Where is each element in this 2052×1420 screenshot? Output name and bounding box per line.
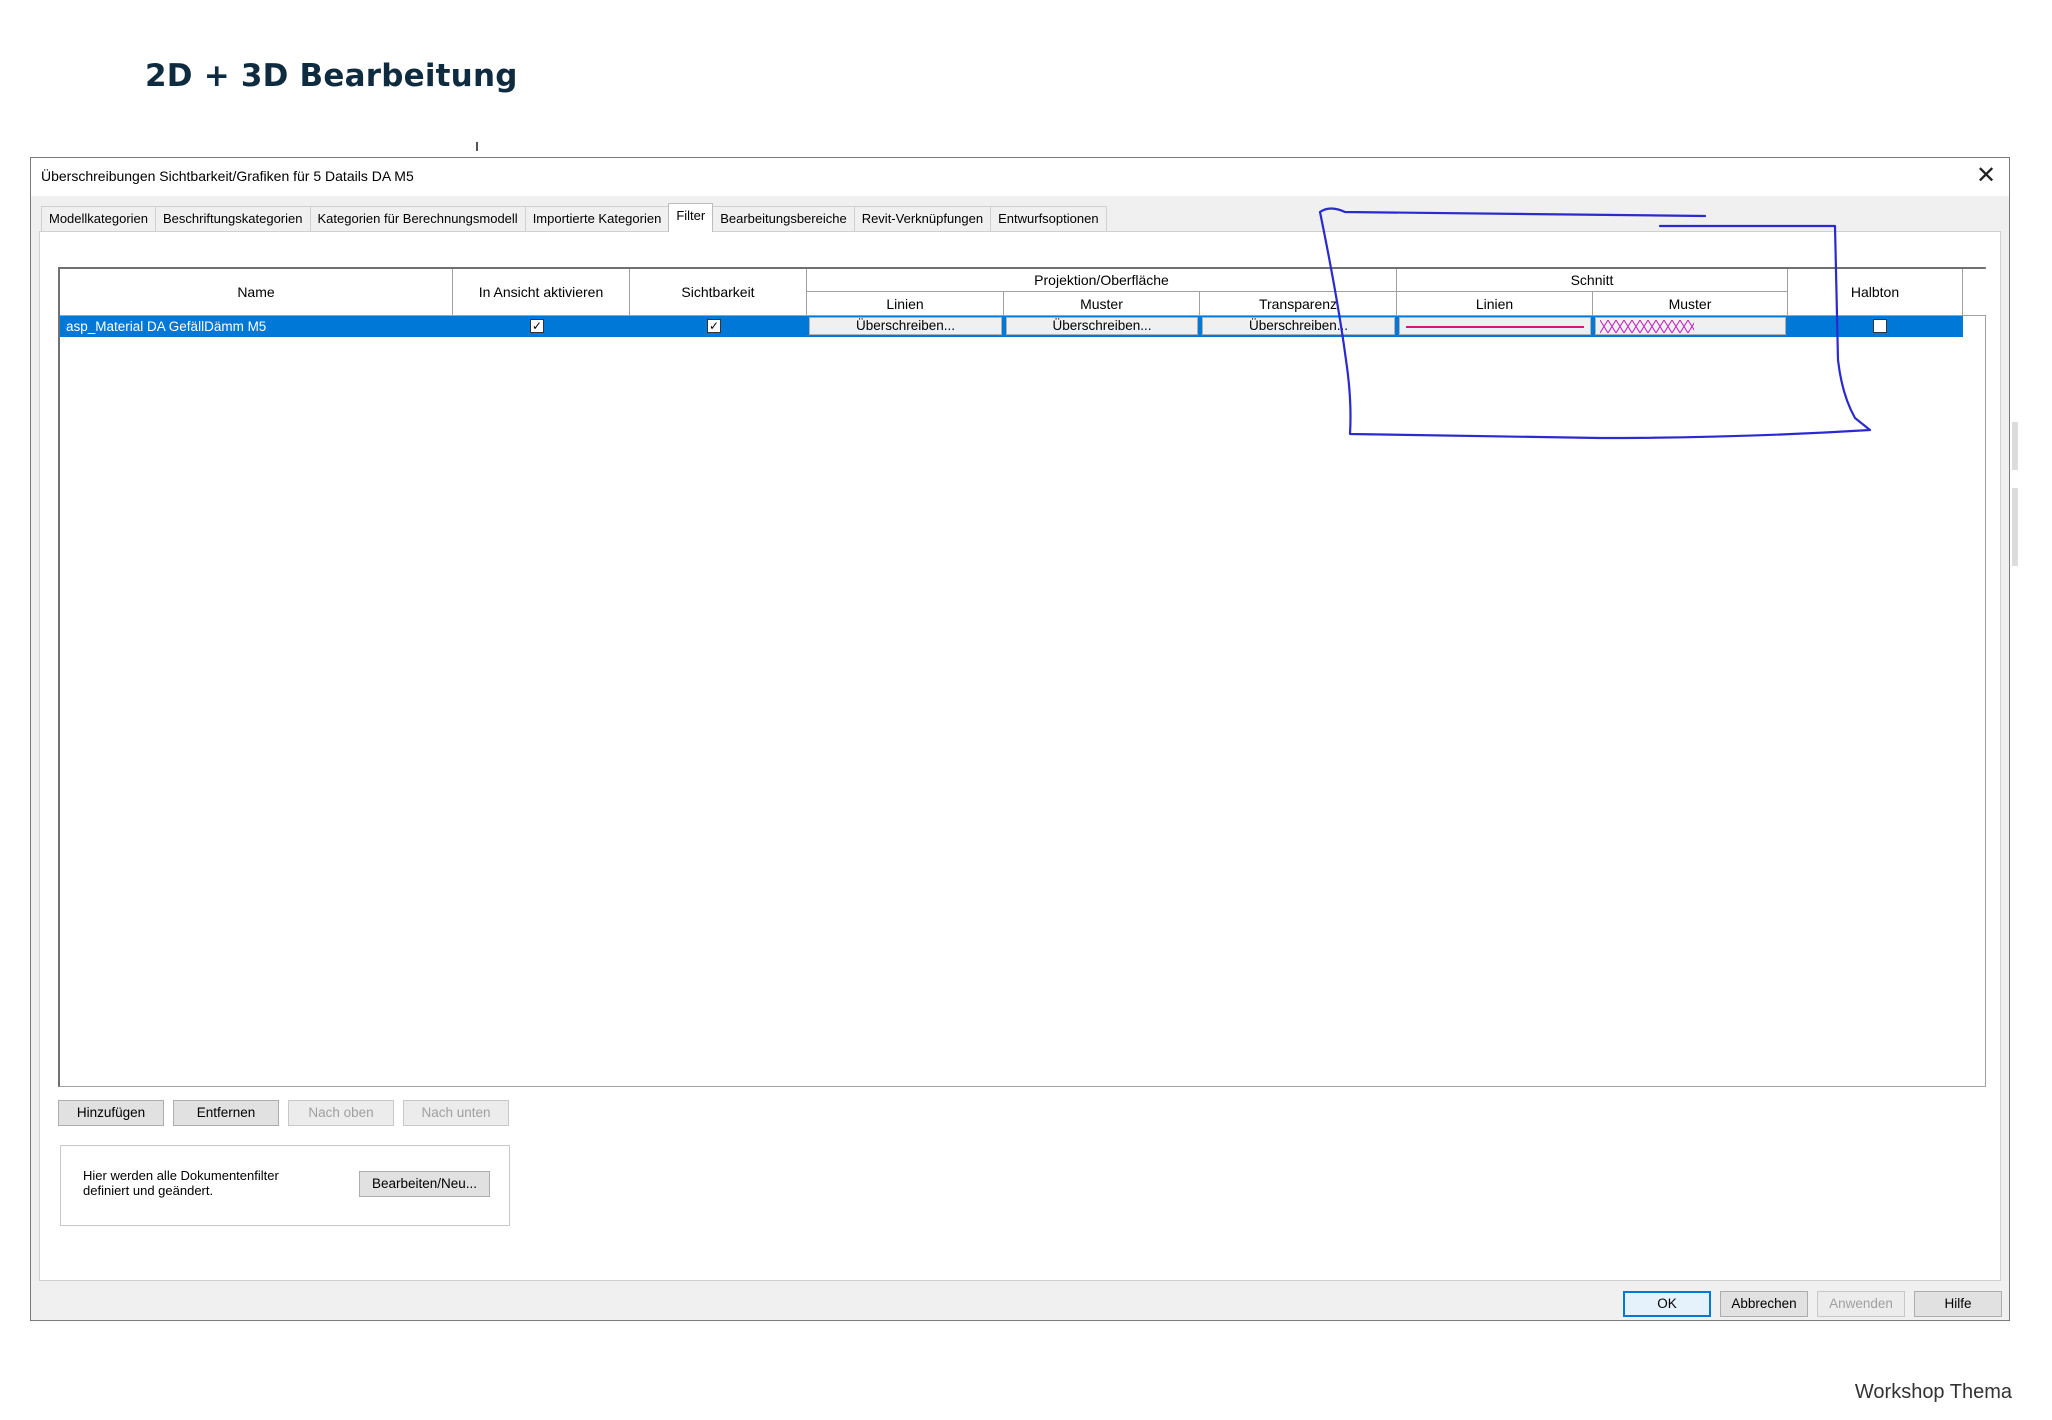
enable-checkbox[interactable]: ✓: [530, 319, 544, 333]
projection-transparency-override-button[interactable]: Überschreiben...: [1202, 317, 1395, 335]
tab-design-options[interactable]: Entwurfsoptionen: [990, 206, 1107, 232]
background-window-edge: [2012, 488, 2018, 566]
header-cut-lines: Linien: [1397, 292, 1593, 316]
ok-button[interactable]: OK: [1623, 1291, 1711, 1317]
dialog-titlebar: Überschreibungen Sichtbarkeit/Grafiken f…: [31, 158, 2009, 196]
header-halftone[interactable]: Halbton: [1788, 269, 1963, 316]
tab-strip: Modellkategorien Beschriftungskategorien…: [41, 203, 1107, 232]
header-cut-pattern: Muster: [1593, 292, 1788, 316]
cut-lines-swatch[interactable]: [1399, 317, 1591, 335]
tab-worksets[interactable]: Bearbeitungsbereiche: [712, 206, 855, 232]
help-button[interactable]: Hilfe: [1914, 1291, 2002, 1317]
header-proj-lines: Linien: [807, 292, 1004, 316]
filter-table: Name In Ansicht aktivieren Sichtbarkeit …: [58, 267, 1986, 1087]
tab-annotation-categories[interactable]: Beschriftungskategorien: [155, 206, 311, 232]
filter-info-box: Hier werden alle Dokumentenfilter defini…: [60, 1145, 510, 1226]
visibility-graphics-dialog: Überschreibungen Sichtbarkeit/Grafiken f…: [30, 157, 2010, 1321]
filter-tab-panel: Name In Ansicht aktivieren Sichtbarkeit …: [39, 231, 2001, 1281]
tab-model-categories[interactable]: Modellkategorien: [41, 206, 157, 232]
dialog-title: Überschreibungen Sichtbarkeit/Grafiken f…: [41, 168, 414, 184]
filter-info-text: Hier werden alle Dokumentenfilter defini…: [83, 1168, 279, 1198]
halftone-checkbox[interactable]: [1873, 319, 1887, 333]
header-projection: Projektion/Oberfläche: [807, 269, 1397, 292]
visibility-checkbox[interactable]: ✓: [707, 319, 721, 333]
move-down-button[interactable]: Nach unten: [403, 1100, 509, 1126]
add-filter-button[interactable]: Hinzufügen: [58, 1100, 164, 1126]
header-filler: [1963, 269, 1986, 316]
table-row[interactable]: asp_Material DA GefällDämm M5 ✓ ✓ Übersc…: [60, 316, 1963, 337]
slide-title: 2D + 3D Bearbeitung: [145, 58, 518, 94]
header-enable[interactable]: In Ansicht aktivieren: [453, 269, 630, 316]
projection-lines-override-button[interactable]: Überschreiben...: [809, 317, 1002, 335]
header-cut: Schnitt: [1397, 269, 1788, 292]
move-up-button[interactable]: Nach oben: [288, 1100, 394, 1126]
tab-imported-categories[interactable]: Importierte Kategorien: [524, 206, 670, 232]
header-proj-transparency: Transparenz: [1200, 292, 1397, 316]
header-visibility[interactable]: Sichtbarkeit: [630, 269, 807, 316]
decorative-tick: [476, 142, 478, 151]
edit-new-button[interactable]: Bearbeiten/Neu...: [359, 1171, 490, 1197]
apply-button[interactable]: Anwenden: [1817, 1291, 1905, 1317]
filter-name[interactable]: asp_Material DA GefällDämm M5: [60, 316, 453, 337]
remove-filter-button[interactable]: Entfernen: [173, 1100, 279, 1126]
header-proj-pattern: Muster: [1004, 292, 1200, 316]
close-icon[interactable]: ✕: [1971, 160, 2001, 192]
footer-text: Workshop Thema: [1854, 1381, 2012, 1403]
projection-pattern-override-button[interactable]: Überschreiben...: [1006, 317, 1198, 335]
cancel-button[interactable]: Abbrechen: [1720, 1291, 1808, 1317]
tab-analytical-categories[interactable]: Kategorien für Berechnungsmodell: [309, 206, 526, 232]
cut-pattern-swatch[interactable]: [1595, 317, 1786, 335]
tab-filters[interactable]: Filter: [668, 203, 714, 232]
tab-revit-links[interactable]: Revit-Verknüpfungen: [853, 206, 992, 232]
cut-pattern-sample: [1600, 320, 1694, 333]
cut-line-sample: [1406, 326, 1584, 328]
background-window-edge: [2012, 422, 2018, 470]
header-name[interactable]: Name: [60, 269, 453, 316]
